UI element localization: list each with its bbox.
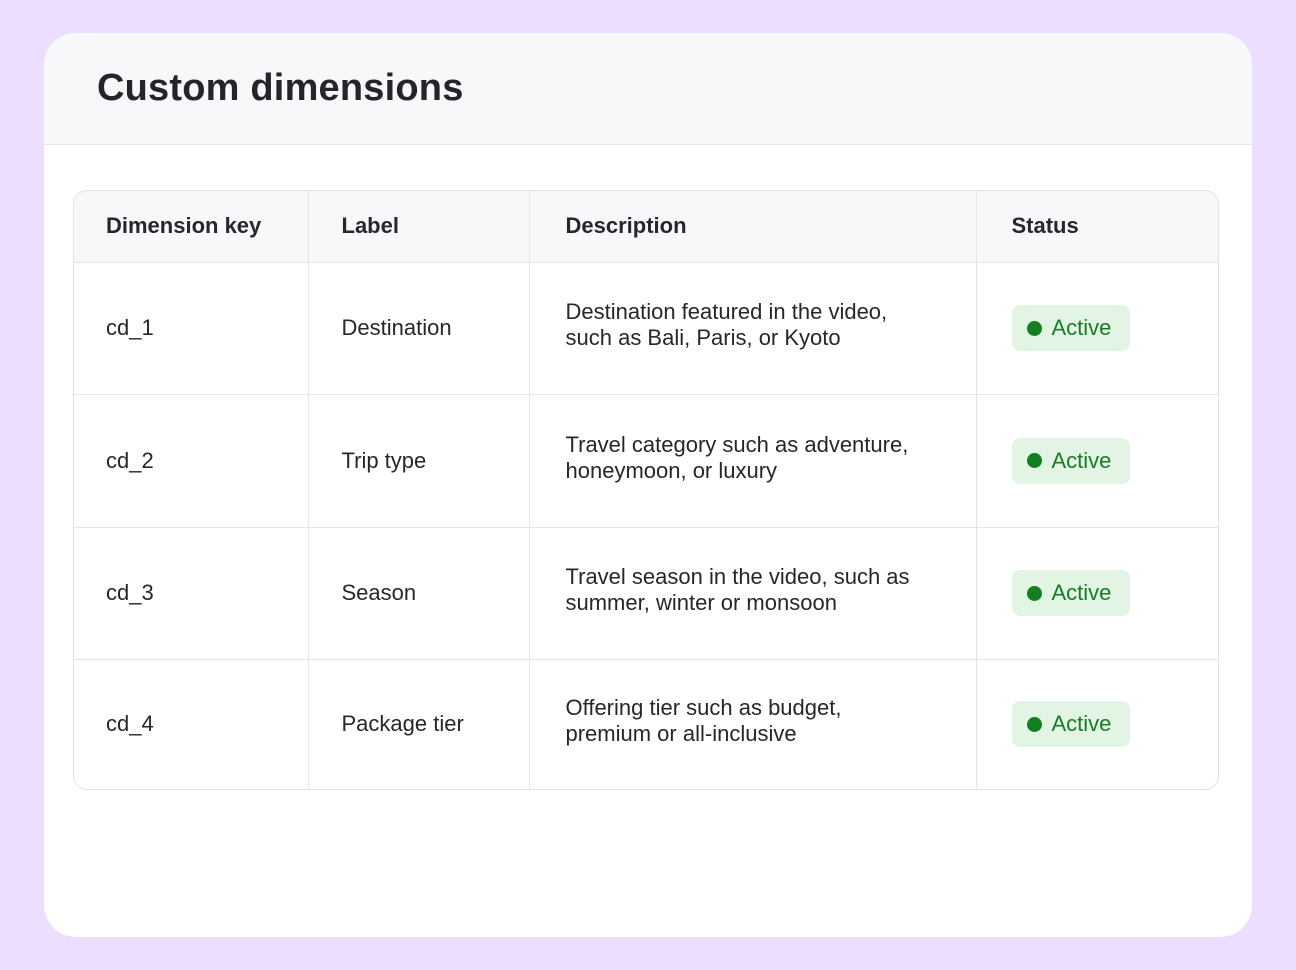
description-cell: Offering tier such as budget, premium or… [529, 659, 977, 789]
table-row[interactable]: cd_1 Destination Destination featured in… [74, 262, 1218, 395]
description-cell: Destination featured in the video, such … [529, 262, 977, 395]
status-label: Active [1051, 315, 1112, 340]
dimension-key-cell: cd_3 [74, 527, 309, 660]
table-header-row: Dimension key Label Description Status [74, 191, 1218, 263]
status-cell: Active [976, 394, 1218, 528]
dimension-key-cell: cd_1 [74, 262, 309, 395]
label-cell: Trip type [308, 394, 530, 528]
description-cell: Travel category such as adventure, honey… [529, 394, 977, 528]
card-header: Custom dimensions [44, 33, 1252, 145]
table-row[interactable]: cd_3 Season Travel season in the video, … [74, 527, 1218, 660]
page-title: Custom dimensions [97, 67, 464, 109]
description-line: Travel season in the video, such as [565, 564, 910, 589]
column-header-dimension-key[interactable]: Dimension key [74, 191, 309, 263]
status-badge: Active [1011, 570, 1131, 616]
status-badge: Active [1011, 305, 1131, 351]
dimensions-table-container: Dimension key Label Description Status c… [73, 190, 1219, 790]
status-badge: Active [1011, 701, 1131, 748]
dimension-key-cell: cd_2 [74, 394, 309, 528]
status-cell: Active [976, 527, 1218, 660]
status-dot-icon [1026, 453, 1042, 468]
description-line: Travel category such as adventure, [565, 431, 909, 457]
column-header-label[interactable]: Label [308, 191, 530, 263]
column-header-description[interactable]: Description [529, 191, 977, 263]
status-label: Active [1051, 711, 1112, 737]
dimensions-table: Dimension key Label Description Status c… [74, 191, 1218, 789]
label-cell: Package tier [308, 659, 530, 789]
status-dot-icon [1026, 320, 1042, 336]
status-badge: Active [1011, 437, 1131, 484]
dimension-key-cell: cd_4 [74, 659, 309, 789]
table-row[interactable]: cd_4 Package tier Offering tier such as … [74, 659, 1218, 789]
description-line: such as Bali, Paris, or Kyoto [565, 325, 841, 350]
label-cell: Season [308, 527, 530, 660]
custom-dimensions-card: Custom dimensions Dimension key Label De… [44, 33, 1252, 937]
status-label: Active [1051, 580, 1112, 605]
description-cell: Travel season in the video, such as summ… [529, 527, 977, 660]
description-line: honeymoon, or luxury [565, 457, 778, 483]
description-line: premium or all-inclusive [565, 721, 797, 747]
status-cell: Active [976, 659, 1218, 789]
status-cell: Active [976, 262, 1218, 395]
status-label: Active [1051, 447, 1112, 473]
table-row[interactable]: cd_2 Trip type Travel category such as a… [74, 394, 1218, 528]
column-header-status[interactable]: Status [976, 191, 1218, 263]
label-cell: Destination [308, 262, 530, 395]
description-line: Offering tier such as budget, [565, 695, 842, 721]
description-line: Destination featured in the video, [565, 299, 888, 324]
status-dot-icon [1026, 585, 1042, 601]
description-line: summer, winter or monsoon [565, 590, 837, 615]
status-dot-icon [1026, 716, 1042, 732]
